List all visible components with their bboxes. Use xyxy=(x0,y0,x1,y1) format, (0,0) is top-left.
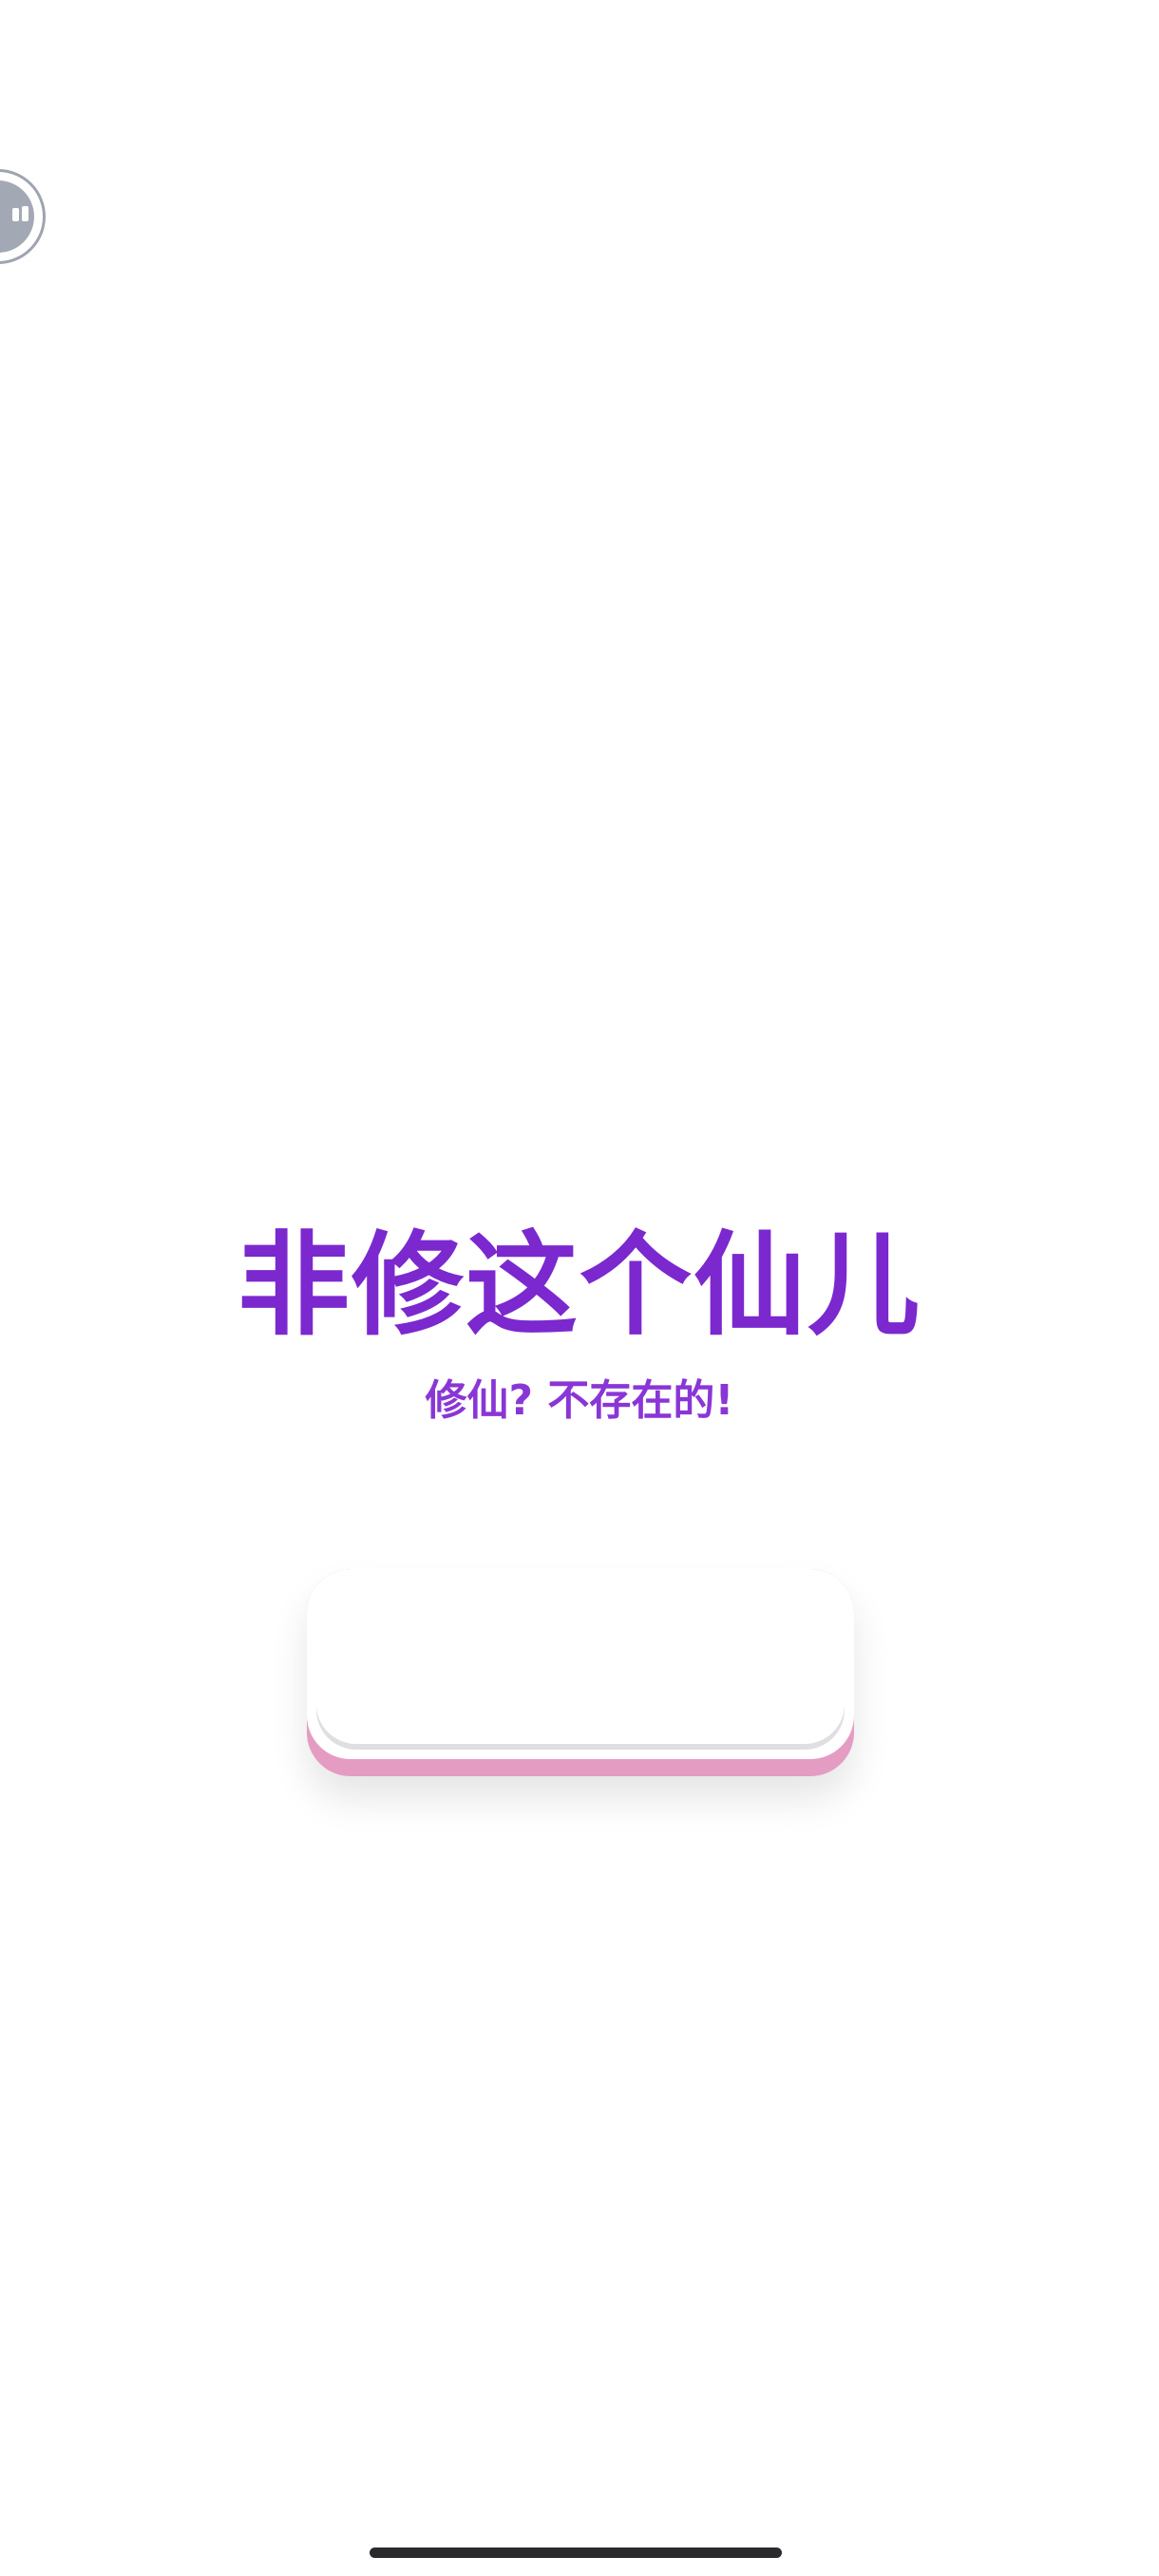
home-indicator[interactable] xyxy=(370,2548,782,2558)
bubble-mark xyxy=(22,206,28,221)
game-title: 非修这个仙儿 xyxy=(237,1220,922,1351)
start-button-face[interactable] xyxy=(316,1569,845,1744)
start-button[interactable] xyxy=(307,1569,854,1778)
bubble-mark xyxy=(12,208,19,221)
assistive-touch-icon xyxy=(0,180,34,253)
floating-assistant-bubble[interactable] xyxy=(0,169,46,264)
game-subtitle: 修仙? 不存在的! xyxy=(425,1376,734,1425)
app-screen: 非修这个仙儿 修仙? 不存在的! xyxy=(0,0,1159,2576)
